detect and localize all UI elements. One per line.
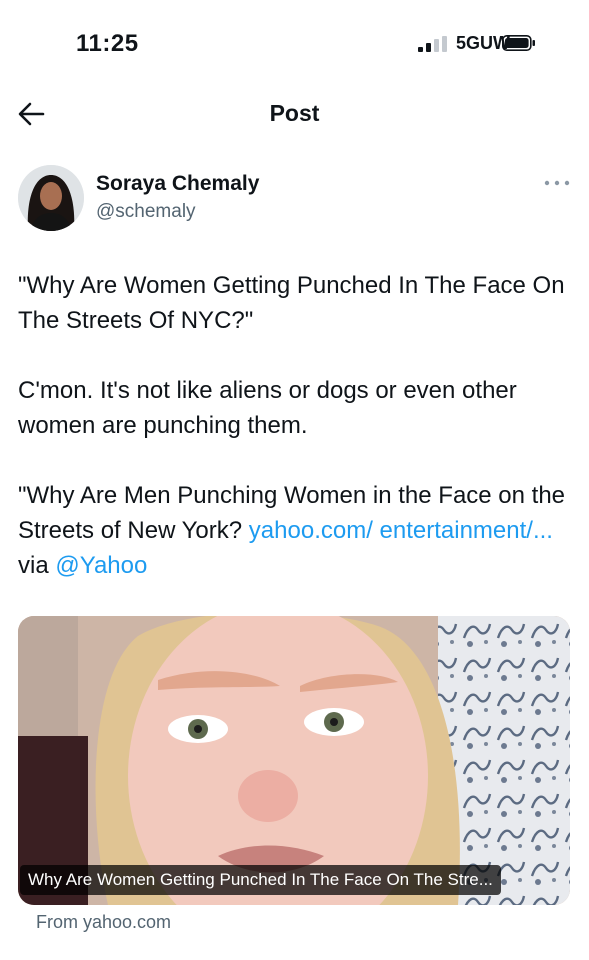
- signal-icon: [418, 36, 447, 52]
- mention-link[interactable]: @Yahoo: [55, 552, 147, 579]
- avatar[interactable]: [18, 165, 84, 231]
- battery-icon: [502, 35, 535, 51]
- post-paragraph: "Why Are Men Punching Women in the Face …: [18, 478, 566, 583]
- post-text: "Why Are Women Getting Punched In The Fa…: [18, 268, 566, 618]
- link-card-source: From yahoo.com: [36, 912, 172, 932]
- post-paragraph: C'mon. It's not like aliens or dogs or e…: [18, 377, 517, 439]
- author-name[interactable]: Soraya Chemaly: [96, 172, 259, 196]
- page-title: Post: [269, 100, 320, 126]
- post-paragraph: "Why Are Women Getting Punched In The Fa…: [18, 272, 565, 334]
- link-card-title[interactable]: Why Are Women Getting Punched In The Fac…: [20, 865, 501, 895]
- article-link[interactable]: yahoo.com/ entertainment/...: [249, 517, 553, 544]
- author-handle[interactable]: @schemaly: [96, 201, 196, 223]
- more-icon[interactable]: [543, 176, 571, 190]
- via-text: via: [18, 552, 49, 579]
- status-time: 11:25: [76, 30, 139, 57]
- link-card-image[interactable]: [18, 616, 570, 905]
